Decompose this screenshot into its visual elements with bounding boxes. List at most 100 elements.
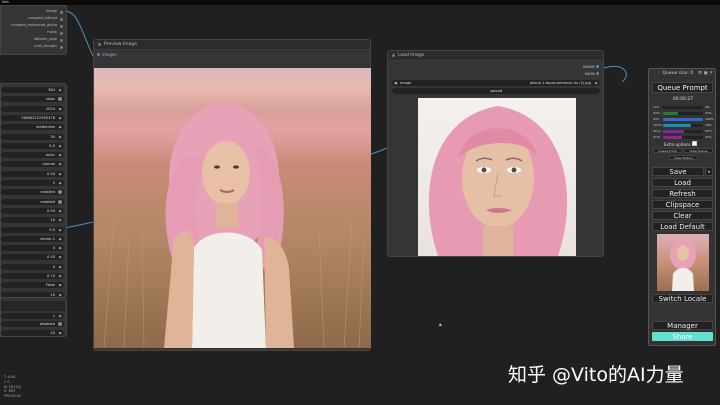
manager-button[interactable]: Manager (652, 321, 713, 330)
node-widget[interactable]: 384 ▶ (1, 87, 64, 93)
increment-arrow-icon[interactable]: ▶ (59, 208, 62, 214)
upload-button[interactable]: upload (392, 88, 600, 94)
node-widget[interactable]: 0.50 ▶ (1, 207, 64, 214)
share-button[interactable]: Share (652, 332, 713, 341)
node-widget[interactable]: 20 ▶ (1, 329, 64, 336)
widget-value: bbox (46, 97, 55, 102)
node-widget[interactable]: 3.0 ▶ (1, 226, 64, 233)
view-history-button[interactable]: View History (669, 155, 698, 160)
increment-arrow-icon[interactable]: ▶ (59, 134, 62, 140)
increment-arrow-icon[interactable]: ▶ (59, 245, 62, 251)
queue-front-button[interactable]: Queue Front (653, 148, 682, 153)
node-widget[interactable]: 5 ▶ (1, 180, 64, 186)
queue-prompt-button[interactable]: Queue Prompt (652, 82, 713, 93)
output-dot-icon[interactable] (60, 38, 63, 42)
increment-arrow-icon[interactable]: ▶ (59, 217, 62, 223)
node-widget[interactable]: 0 ▶ (1, 263, 64, 270)
save-button[interactable]: Save (652, 167, 704, 176)
increment-arrow-icon[interactable]: ▶ (59, 106, 62, 112)
node-widget[interactable]: 746883222355378 ▶ (1, 114, 64, 121)
view-queue-button[interactable]: View Queue (684, 148, 713, 153)
preview-image-node[interactable]: Preview Image images (93, 39, 371, 351)
node-widget[interactable]: enabled (1, 189, 64, 196)
increment-arrow-icon[interactable]: ▶ (59, 313, 62, 319)
output-dot-icon[interactable] (60, 24, 63, 28)
node-widget[interactable]: center-1 ▶ (1, 235, 64, 242)
resource-monitor: CPU 0% RAM 37% GPU 100% VRAM 70% Temp 53°C HDD 47% (653, 105, 714, 141)
preview-photo (94, 68, 371, 348)
node-widget[interactable]: False ▶ (1, 282, 64, 289)
output-slot[interactable]: cnet_images (34, 44, 57, 48)
output-slot[interactable]: cropped_enhanced_alpha (11, 23, 57, 27)
node-widget[interactable]: normal ▶ (1, 161, 64, 168)
save-dropdown-arrow-icon[interactable]: ▾ (705, 167, 713, 176)
load-output-image[interactable]: IMAGE (583, 65, 599, 69)
stat-label: RAM (653, 111, 660, 115)
increment-arrow-icon[interactable]: ▶ (59, 227, 62, 233)
stat-value: 100% (705, 117, 714, 121)
load-button[interactable]: Load (652, 178, 713, 187)
node-widget[interactable]: 30 ▶ (1, 133, 64, 140)
node-widget[interactable]: 1024 ▶ (1, 105, 64, 112)
output-dot-icon[interactable] (60, 45, 63, 49)
node-widget[interactable]: 0.70 ▶ (1, 273, 64, 279)
increment-arrow-icon[interactable]: ▶ (59, 273, 62, 279)
increment-arrow-icon[interactable]: ▶ (59, 161, 62, 167)
loaded-photo (418, 98, 576, 256)
extra-options-toggle[interactable]: Extra options (664, 141, 697, 147)
node-widget[interactable]: euler ▶ (1, 152, 64, 159)
increment-arrow-icon[interactable]: ▶ (59, 330, 62, 336)
stat-bar-fill (663, 136, 682, 139)
toggle-knob-icon[interactable] (58, 97, 62, 102)
increment-arrow-icon[interactable]: ▶ (59, 143, 62, 149)
output-slot[interactable]: mask (47, 30, 57, 34)
toggle-knob-icon[interactable] (58, 199, 62, 204)
node-widget[interactable]: 10 ▶ (1, 217, 64, 224)
image-file-select[interactable]: ◀ image aliana 1-topaz-enhance-4x (2).jpg ▶ (392, 80, 600, 86)
node-widget[interactable]: 0.93 ▶ (1, 254, 64, 261)
increment-arrow-icon[interactable]: ▶ (59, 264, 62, 270)
load-default-button[interactable]: Load Default (652, 222, 713, 231)
clear-button[interactable]: Clear (652, 211, 713, 220)
refresh-button[interactable]: Refresh (652, 189, 713, 198)
text-area[interactable] (1, 301, 65, 311)
node-widget[interactable]: 0.50 ▶ (1, 170, 64, 177)
increment-arrow-icon[interactable]: ▶ (59, 236, 62, 242)
toggle-knob-icon[interactable] (58, 322, 62, 327)
node-widget[interactable]: bbox (1, 96, 64, 103)
load-image-node[interactable]: Load Image IMAGE MASK ◀ image aliana 1-top… (387, 50, 604, 257)
widget-value: 0.50 (46, 208, 55, 213)
collapse-dot-icon[interactable] (98, 43, 101, 46)
node-widget[interactable]: randomize ▶ (1, 124, 64, 131)
output-slot[interactable]: image (46, 9, 57, 13)
output-dot-icon[interactable] (60, 17, 63, 21)
increment-arrow-icon[interactable]: ▶ (59, 282, 62, 288)
increment-arrow-icon[interactable]: ▶ (59, 254, 62, 260)
node-widget[interactable]: 1 ▶ (1, 313, 64, 319)
toggle-knob-icon[interactable] (58, 190, 62, 195)
switch-locale-button[interactable]: Switch Locale (652, 294, 713, 303)
panel-settings-icons[interactable]: ⚙ ▣ ✕ (698, 71, 713, 76)
load-output-mask[interactable]: MASK (585, 72, 599, 76)
output-slot[interactable]: detailer_pipe (34, 37, 57, 41)
increment-arrow-icon[interactable]: ▶ (59, 115, 62, 121)
stat-bar-fill (663, 130, 685, 133)
increment-arrow-icon[interactable]: ▶ (59, 180, 62, 186)
increment-arrow-icon[interactable]: ▶ (59, 87, 62, 93)
detailer-node[interactable]: image cropped_refined cropped_enhanced_alp… (0, 5, 67, 337)
stat-bar-fill (663, 118, 703, 121)
collapse-dot-icon[interactable] (392, 54, 395, 57)
increment-arrow-icon[interactable]: ▶ (59, 152, 62, 158)
clipspace-button[interactable]: Clipspace (652, 200, 713, 209)
node-widget[interactable]: disabled (1, 321, 64, 328)
preview-input-slot[interactable]: images (97, 52, 117, 57)
node-widget[interactable]: 0 ▶ (1, 245, 64, 252)
increment-arrow-icon[interactable]: ▶ (59, 124, 62, 130)
output-dot-icon[interactable] (60, 31, 63, 35)
node-widget[interactable]: 5.0 ▶ (1, 142, 64, 149)
output-slot[interactable]: cropped_refined (28, 16, 57, 20)
increment-arrow-icon[interactable]: ▶ (59, 171, 62, 177)
output-dot-icon[interactable] (60, 10, 63, 14)
history-thumbnail[interactable] (657, 234, 709, 291)
node-widget[interactable]: enabled (1, 198, 64, 205)
